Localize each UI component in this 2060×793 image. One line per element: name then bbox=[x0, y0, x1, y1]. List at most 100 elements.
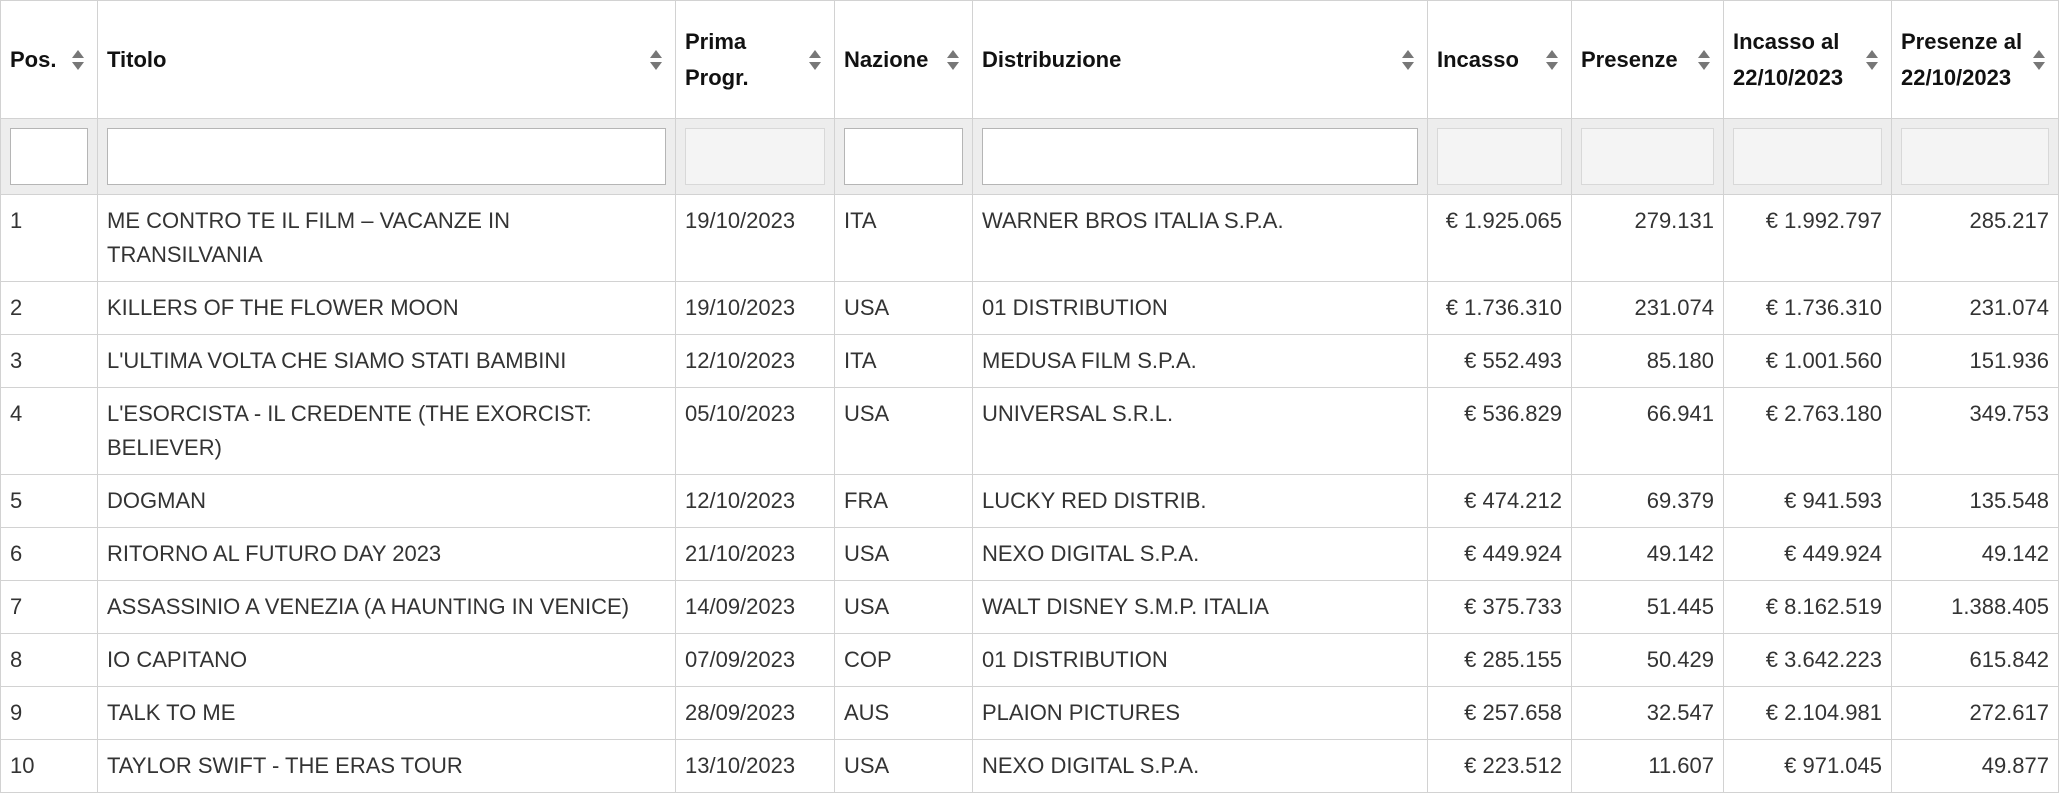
cell-incasso: € 552.493 bbox=[1427, 334, 1572, 388]
table-row: 8 IO CAPITANO 07/09/2023 COP 01 DISTRIBU… bbox=[0, 633, 2059, 687]
cell-presenze: 32.547 bbox=[1571, 686, 1724, 740]
sort-icon[interactable] bbox=[946, 49, 960, 71]
column-header-nazione[interactable]: Nazione bbox=[834, 0, 973, 119]
filter-cell bbox=[972, 118, 1428, 195]
column-header-label: Incasso bbox=[1437, 46, 1519, 72]
cell-nazione: USA bbox=[834, 281, 973, 335]
cell-presenze-al: 349.753 bbox=[1891, 387, 2059, 475]
filter-input-titolo[interactable] bbox=[107, 128, 666, 185]
cell-presenze-al: 1.388.405 bbox=[1891, 580, 2059, 634]
cell-presenze: 50.429 bbox=[1571, 633, 1724, 687]
cell-prima-progr: 13/10/2023 bbox=[675, 739, 835, 793]
cell-incasso: € 1.925.065 bbox=[1427, 194, 1572, 282]
cell-nazione: FRA bbox=[834, 474, 973, 528]
column-header-label: Distribuzione bbox=[982, 46, 1122, 72]
cell-presenze: 11.607 bbox=[1571, 739, 1724, 793]
column-header-pos[interactable]: Pos. bbox=[0, 0, 98, 119]
cell-nazione: USA bbox=[834, 739, 973, 793]
cell-incasso-al: € 449.924 bbox=[1723, 527, 1892, 581]
table-row: 4 L'ESORCISTA - IL CREDENTE (THE EXORCIS… bbox=[0, 387, 2059, 475]
cell-nazione: USA bbox=[834, 580, 973, 634]
filter-cell bbox=[1891, 118, 2059, 195]
filter-input-nazione[interactable] bbox=[844, 128, 963, 185]
cell-prima-progr: 21/10/2023 bbox=[675, 527, 835, 581]
cell-incasso-al: € 971.045 bbox=[1723, 739, 1892, 793]
cell-pos: 7 bbox=[0, 580, 98, 634]
cell-nazione: USA bbox=[834, 527, 973, 581]
cell-incasso: € 223.512 bbox=[1427, 739, 1572, 793]
cell-pos: 9 bbox=[0, 686, 98, 740]
sort-icon[interactable] bbox=[2032, 49, 2046, 71]
cell-presenze: 49.142 bbox=[1571, 527, 1724, 581]
column-header-label: Pos. bbox=[10, 46, 57, 72]
sort-icon[interactable] bbox=[1401, 49, 1415, 71]
cell-titolo: KILLERS OF THE FLOWER MOON bbox=[97, 281, 676, 335]
cell-presenze: 66.941 bbox=[1571, 387, 1724, 475]
sort-icon[interactable] bbox=[1545, 49, 1559, 71]
cell-presenze: 85.180 bbox=[1571, 334, 1724, 388]
column-header-titolo[interactable]: Titolo bbox=[97, 0, 676, 119]
cell-distribuzione: PLAION PICTURES bbox=[972, 686, 1428, 740]
filter-input-presenze-al bbox=[1901, 128, 2049, 185]
cell-titolo: TALK TO ME bbox=[97, 686, 676, 740]
column-header-presenze[interactable]: Presenze bbox=[1571, 0, 1724, 119]
column-header-label: Nazione bbox=[844, 46, 929, 72]
cell-incasso-al: € 1.001.560 bbox=[1723, 334, 1892, 388]
column-header-incasso-al[interactable]: Incasso al 22/10/2023 bbox=[1723, 0, 1892, 119]
cell-presenze-al: 231.074 bbox=[1891, 281, 2059, 335]
cell-incasso: € 449.924 bbox=[1427, 527, 1572, 581]
cell-prima-progr: 19/10/2023 bbox=[675, 194, 835, 282]
cell-distribuzione: NEXO DIGITAL S.P.A. bbox=[972, 527, 1428, 581]
cell-incasso-al: € 1.736.310 bbox=[1723, 281, 1892, 335]
column-header-label: Presenze bbox=[1581, 46, 1678, 72]
header-row: Pos. Titolo Prima Progr. Nazione Distrib… bbox=[0, 0, 2059, 119]
cell-prima-progr: 12/10/2023 bbox=[675, 334, 835, 388]
cell-titolo: L'ULTIMA VOLTA CHE SIAMO STATI BAMBINI bbox=[97, 334, 676, 388]
cell-prima-progr: 14/09/2023 bbox=[675, 580, 835, 634]
table-row: 2 KILLERS OF THE FLOWER MOON 19/10/2023 … bbox=[0, 281, 2059, 335]
table-row: 5 DOGMAN 12/10/2023 FRA LUCKY RED DISTRI… bbox=[0, 474, 2059, 528]
cell-titolo: IO CAPITANO bbox=[97, 633, 676, 687]
cell-titolo: L'ESORCISTA - IL CREDENTE (THE EXORCIST:… bbox=[97, 387, 676, 475]
cell-incasso: € 285.155 bbox=[1427, 633, 1572, 687]
table-row: 9 TALK TO ME 28/09/2023 AUS PLAION PICTU… bbox=[0, 686, 2059, 740]
cell-nazione: USA bbox=[834, 387, 973, 475]
filter-input-distribuzione[interactable] bbox=[982, 128, 1418, 185]
column-header-label: Presenze al 22/10/2023 bbox=[1901, 28, 2023, 90]
sort-icon[interactable] bbox=[808, 49, 822, 71]
cell-incasso-al: € 941.593 bbox=[1723, 474, 1892, 528]
filter-input-pos[interactable] bbox=[10, 128, 88, 185]
cell-distribuzione: WALT DISNEY S.M.P. ITALIA bbox=[972, 580, 1428, 634]
column-header-prima-progr[interactable]: Prima Progr. bbox=[675, 0, 835, 119]
cell-distribuzione: NEXO DIGITAL S.P.A. bbox=[972, 739, 1428, 793]
filter-input-incasso bbox=[1437, 128, 1562, 185]
sort-icon[interactable] bbox=[71, 49, 85, 71]
table-row: 3 L'ULTIMA VOLTA CHE SIAMO STATI BAMBINI… bbox=[0, 334, 2059, 388]
cell-distribuzione: LUCKY RED DISTRIB. bbox=[972, 474, 1428, 528]
table-row: 7 ASSASSINIO A VENEZIA (A HAUNTING IN VE… bbox=[0, 580, 2059, 634]
cell-pos: 4 bbox=[0, 387, 98, 475]
column-header-incasso[interactable]: Incasso bbox=[1427, 0, 1572, 119]
cell-titolo: RITORNO AL FUTURO DAY 2023 bbox=[97, 527, 676, 581]
cell-pos: 2 bbox=[0, 281, 98, 335]
column-header-label: Titolo bbox=[107, 46, 167, 72]
filter-cell bbox=[1571, 118, 1724, 195]
table-row: 1 ME CONTRO TE IL FILM – VACANZE IN TRAN… bbox=[0, 194, 2059, 282]
column-header-label: Incasso al 22/10/2023 bbox=[1733, 28, 1844, 90]
cell-presenze-al: 135.548 bbox=[1891, 474, 2059, 528]
sort-icon[interactable] bbox=[649, 49, 663, 71]
cell-pos: 10 bbox=[0, 739, 98, 793]
column-header-label: Prima Progr. bbox=[685, 28, 749, 90]
cell-incasso-al: € 3.642.223 bbox=[1723, 633, 1892, 687]
filter-input-incasso-al bbox=[1733, 128, 1882, 185]
cell-titolo: DOGMAN bbox=[97, 474, 676, 528]
cell-incasso: € 257.658 bbox=[1427, 686, 1572, 740]
filter-cell bbox=[834, 118, 973, 195]
filter-cell bbox=[97, 118, 676, 195]
sort-icon[interactable] bbox=[1865, 49, 1879, 71]
cell-incasso: € 474.212 bbox=[1427, 474, 1572, 528]
column-header-distribuzione[interactable]: Distribuzione bbox=[972, 0, 1428, 119]
column-header-presenze-al[interactable]: Presenze al 22/10/2023 bbox=[1891, 0, 2059, 119]
cell-incasso: € 375.733 bbox=[1427, 580, 1572, 634]
sort-icon[interactable] bbox=[1697, 49, 1711, 71]
